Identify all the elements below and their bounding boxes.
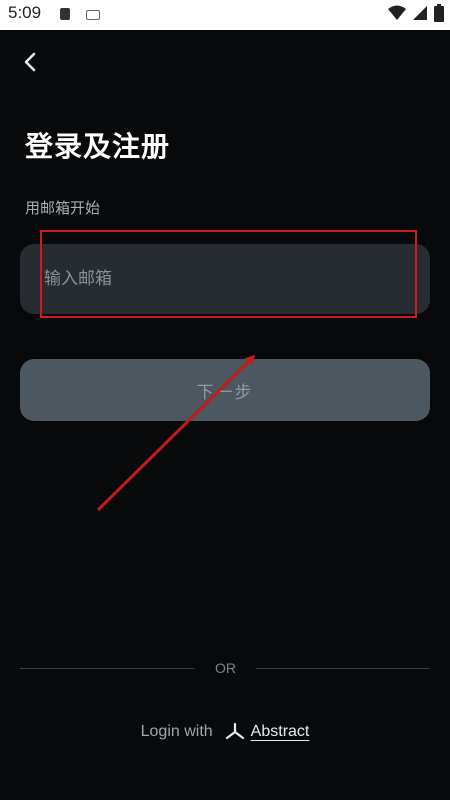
alt-login-row: Login with Abstract (0, 718, 450, 746)
status-icons (388, 4, 444, 22)
wifi-icon (388, 5, 406, 20)
signal-icon (413, 6, 427, 20)
status-time: 5:09 (8, 3, 42, 22)
back-button[interactable] (18, 50, 42, 74)
login-screen: 5:09 登录及注册 用邮箱开始 下一步 (0, 0, 450, 800)
divider-or-label: OR (215, 660, 236, 676)
notification-icon (86, 10, 100, 20)
login-with-label: Login with (140, 723, 213, 740)
chevron-left-icon (24, 52, 36, 72)
abstract-label: Abstract (250, 723, 310, 740)
next-step-button[interactable]: 下一步 (20, 359, 430, 421)
divider-line-right (256, 668, 430, 669)
email-field[interactable] (20, 244, 430, 314)
sim-card-icon (60, 8, 70, 20)
battery-icon (434, 4, 444, 22)
status-bar: 5:09 (0, 0, 450, 30)
divider-line-left (20, 668, 195, 669)
page-subtitle: 用邮箱开始 (25, 199, 101, 217)
abstract-login-link[interactable]: Abstract (225, 723, 310, 741)
page-title: 登录及注册 (25, 130, 171, 163)
abstract-logo-icon (225, 723, 244, 740)
